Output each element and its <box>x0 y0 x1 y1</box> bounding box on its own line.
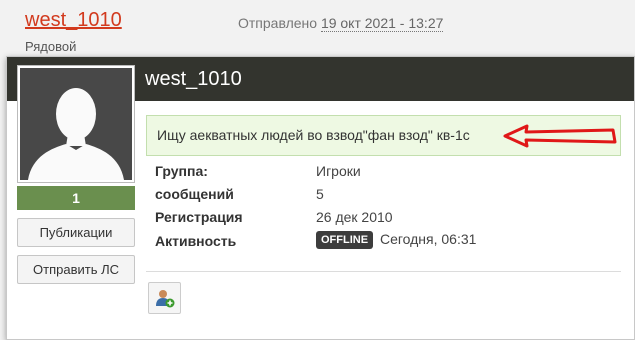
default-avatar-icon <box>20 68 132 180</box>
status-message-box: Ищу аекватных людей во взвод"фан взод" к… <box>146 115 621 156</box>
info-row-registration: Регистрация 26 дек 2010 <box>155 209 615 229</box>
sent-date: 19 окт 2021 - 13:27 <box>320 15 444 32</box>
card-username: west_1010 <box>145 68 242 90</box>
sent-prefix: Отправлено <box>238 15 318 31</box>
avatar[interactable] <box>17 65 135 183</box>
activity-value-wrap: OFFLINE Сегодня, 06:31 <box>316 231 477 250</box>
publications-button[interactable]: Публикации <box>17 218 135 247</box>
status-message: Ищу аекватных людей во взвод"фан взод" к… <box>157 127 470 143</box>
activity-label: Активность <box>155 233 237 249</box>
posts-value: 5 <box>316 186 324 202</box>
sent-line: Отправлено 19 окт 2021 - 13:27 <box>238 15 444 32</box>
red-arrow-icon <box>503 124 617 148</box>
reputation-badge: 1 <box>17 186 135 210</box>
group-label: Группа: <box>155 163 208 179</box>
info-row-group: Группа: Игроки <box>155 163 615 183</box>
posts-label: сообщений <box>155 186 234 202</box>
divider <box>146 271 621 272</box>
group-value: Игроки <box>316 163 361 179</box>
send-pm-button[interactable]: Отправить ЛС <box>17 255 135 284</box>
profile-card: west_1010 1 Публикации Отправить ЛС Ищу … <box>6 56 635 340</box>
add-friend-icon <box>156 290 175 308</box>
add-friend-button[interactable] <box>148 282 181 314</box>
registration-label: Регистрация <box>155 209 243 225</box>
info-row-posts: сообщений 5 <box>155 186 615 206</box>
activity-value: Сегодня, 06:31 <box>379 231 477 247</box>
info-row-activity: Активность OFFLINE Сегодня, 06:31 <box>155 231 615 253</box>
author-rank: Рядовой <box>25 39 77 54</box>
registration-value: 26 дек 2010 <box>316 209 393 225</box>
post-header: west_1010 Рядовой Отправлено 19 окт 2021… <box>0 0 635 60</box>
author-name-link[interactable]: west_1010 <box>25 9 122 32</box>
offline-badge: OFFLINE <box>316 231 374 250</box>
